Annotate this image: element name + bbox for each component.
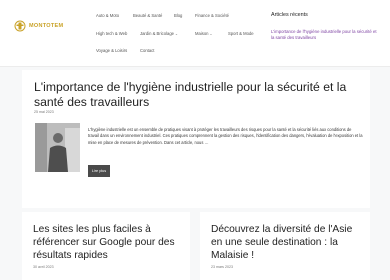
logo-text: MONTOTEM: [29, 23, 64, 29]
post-date: 23 mars 2023: [211, 265, 233, 269]
post-date: 25 mai 2023: [34, 110, 54, 114]
post-excerpt: L'hygiène industrielle est un ensemble d…: [88, 127, 363, 145]
site-logo[interactable]: MONTOTEM: [14, 19, 63, 33]
site-header: MONTOTEM Auto & Moto Beauté & Santé Blog…: [0, 0, 390, 67]
read-more-button[interactable]: Lire plus: [88, 165, 110, 177]
nav-item-finance-societe[interactable]: Finance & Société: [195, 13, 229, 18]
nav-item-auto-moto[interactable]: Auto & Moto: [96, 13, 119, 18]
nav-item-contact[interactable]: Contact: [140, 48, 154, 53]
nav-item-blog[interactable]: Blog: [174, 13, 182, 18]
post-card: Découvrez la diversité de l'Asie en une …: [200, 212, 370, 280]
nav-item-beaute-sante[interactable]: Beauté & Santé: [133, 13, 162, 18]
recent-article-link[interactable]: L'importance de l'hygiène industrielle p…: [271, 29, 381, 41]
nav-item-maison[interactable]: Maison⌄: [195, 31, 213, 36]
totem-logo-icon: [14, 20, 26, 32]
nav-item-jardin-bricolage[interactable]: Jardin & Bricolage⌄: [140, 31, 178, 36]
chevron-down-icon: ⌄: [209, 32, 213, 36]
worker-photo: [35, 123, 80, 172]
post-card: Les sites les plus faciles à référencer …: [22, 212, 190, 280]
post-title[interactable]: Découvrez la diversité de l'Asie en une …: [211, 223, 366, 262]
post-thumbnail[interactable]: [35, 123, 80, 172]
nav-item-voyage-loisirs[interactable]: Voyage & Loisirs: [96, 48, 127, 53]
recent-articles-title: Articles récents: [271, 12, 308, 18]
nav-item-sport-mode[interactable]: Sport & Mode: [228, 31, 254, 36]
post-date: 30 avril 2023: [33, 265, 54, 269]
chevron-down-icon: ⌄: [174, 32, 178, 36]
nav-item-high-tech-web[interactable]: High tech & Web: [96, 31, 127, 36]
post-card: L'importance de l'hygiène industrielle p…: [22, 70, 370, 218]
post-title[interactable]: Les sites les plus faciles à référencer …: [33, 223, 188, 262]
post-title[interactable]: L'importance de l'hygiène industrielle p…: [34, 80, 364, 110]
